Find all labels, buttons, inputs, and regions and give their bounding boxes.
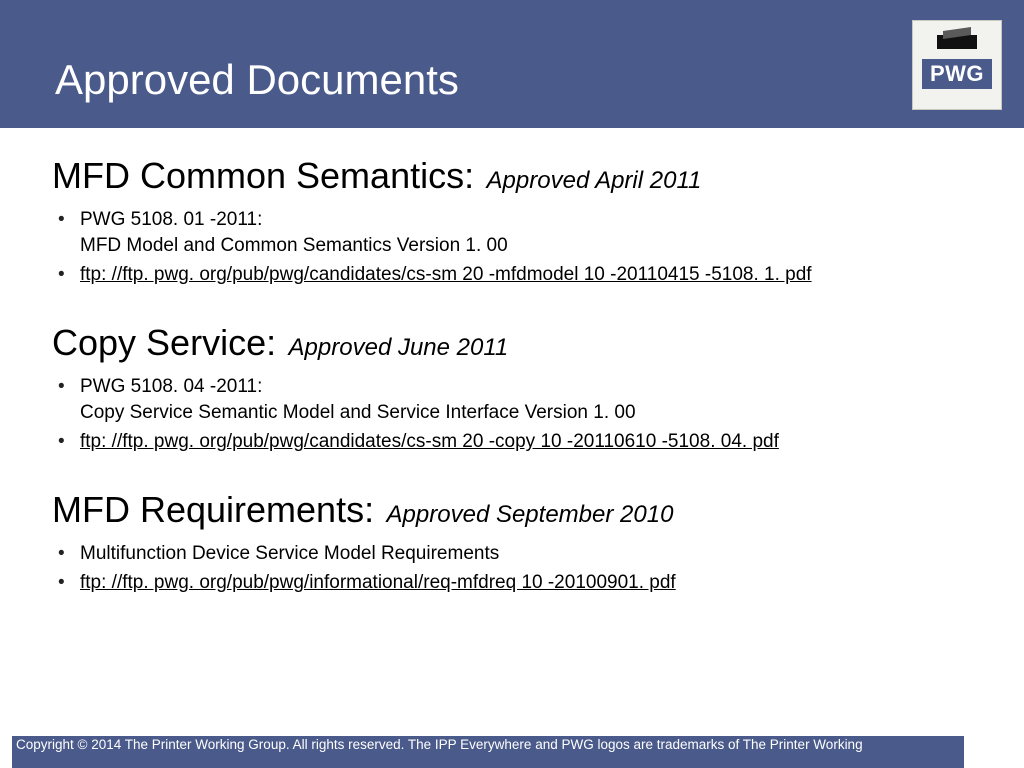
list-item: ftp: //ftp. pwg. org/pub/pwg/candidates/… xyxy=(52,429,964,455)
section-title: Copy Service: xyxy=(52,322,276,363)
footer-bar: Copyright © 2014 The Printer Working Gro… xyxy=(12,736,964,768)
list-item: ftp: //ftp. pwg. org/pub/pwg/candidates/… xyxy=(52,262,964,288)
bullet-list: PWG 5108. 04 -2011: Copy Service Semanti… xyxy=(52,374,964,455)
bullet-list: Multifunction Device Service Model Requi… xyxy=(52,541,964,596)
item-text: Copy Service Semantic Model and Service … xyxy=(80,402,636,423)
slide-title: Approved Documents xyxy=(55,56,459,104)
list-item: ftp: //ftp. pwg. org/pub/pwg/information… xyxy=(52,570,964,596)
footer-text: Copyright © 2014 The Printer Working Gro… xyxy=(16,737,863,752)
section-head-mfd-semantics: MFD Common Semantics: Approved April 201… xyxy=(52,155,964,197)
section-title: MFD Common Semantics: xyxy=(52,155,474,196)
section-head-mfd-requirements: MFD Requirements: Approved September 201… xyxy=(52,489,964,531)
pwg-logo-text: PWG xyxy=(922,59,992,89)
item-link[interactable]: ftp: //ftp. pwg. org/pub/pwg/information… xyxy=(80,572,676,593)
bullet-list: PWG 5108. 01 -2011: MFD Model and Common… xyxy=(52,207,964,288)
section-title: MFD Requirements: xyxy=(52,489,374,530)
page-number: 25 xyxy=(987,742,1006,762)
section-subtitle: Approved September 2010 xyxy=(387,501,674,528)
header-bar: Approved Documents xyxy=(0,0,1024,128)
item-text: Multifunction Device Service Model Requi… xyxy=(80,543,499,564)
item-link[interactable]: ftp: //ftp. pwg. org/pub/pwg/candidates/… xyxy=(80,431,779,452)
list-item: Multifunction Device Service Model Requi… xyxy=(52,541,964,567)
slide: Approved Documents PWG MFD Common Semant… xyxy=(0,0,1024,768)
section-head-copy-service: Copy Service: Approved June 2011 xyxy=(52,322,964,364)
list-item: PWG 5108. 01 -2011: MFD Model and Common… xyxy=(52,207,964,258)
list-item: PWG 5108. 04 -2011: Copy Service Semanti… xyxy=(52,374,964,425)
item-link[interactable]: ftp: //ftp. pwg. org/pub/pwg/candidates/… xyxy=(80,264,812,285)
section-subtitle: Approved April 2011 xyxy=(487,167,702,194)
pwg-logo: PWG xyxy=(912,20,1002,110)
item-text: PWG 5108. 04 -2011: xyxy=(80,376,262,397)
item-text: MFD Model and Common Semantics Version 1… xyxy=(80,235,508,256)
printer-icon xyxy=(933,29,981,53)
content-area: MFD Common Semantics: Approved April 201… xyxy=(52,155,964,600)
item-text: PWG 5108. 01 -2011: xyxy=(80,209,262,230)
section-subtitle: Approved June 2011 xyxy=(289,334,509,361)
